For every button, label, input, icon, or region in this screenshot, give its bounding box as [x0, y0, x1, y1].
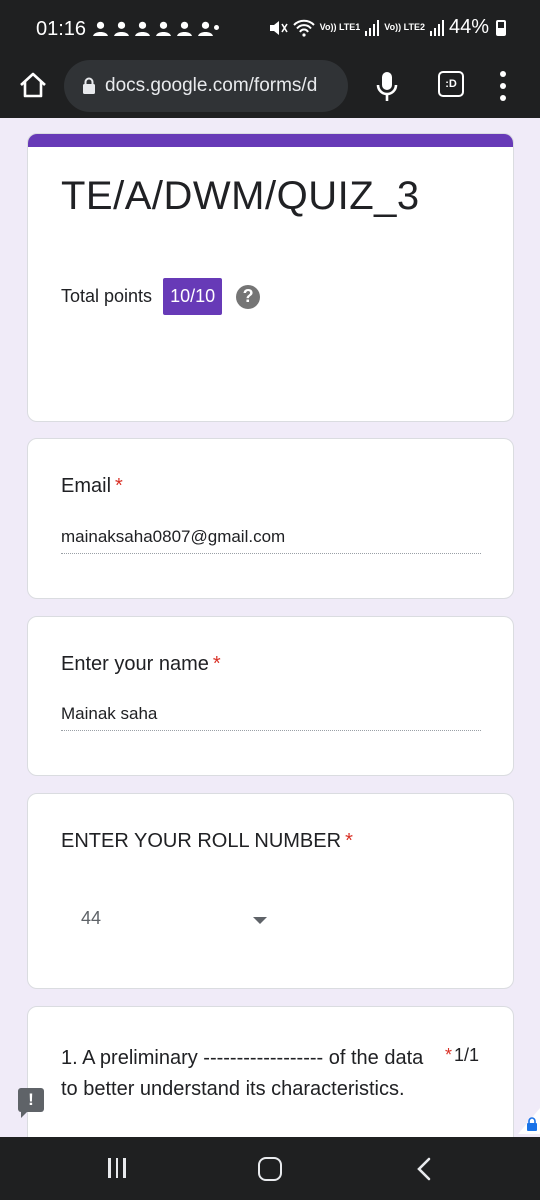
- help-icon[interactable]: ?: [236, 284, 261, 309]
- name-label-text: Enter your name: [61, 653, 209, 675]
- mute-icon: [269, 20, 288, 35]
- home-button[interactable]: [16, 68, 50, 102]
- question-1-score: * 1/1: [445, 1045, 479, 1066]
- recents-button[interactable]: [108, 1158, 126, 1178]
- url-text: docs.google.com/forms/d: [105, 75, 318, 96]
- name-question-card: Enter your name * Mainak saha: [27, 616, 514, 776]
- browser-toolbar: docs.google.com/forms/d :D: [0, 56, 540, 118]
- name-answer: Mainak saha: [61, 704, 481, 731]
- account-notification-icon: [177, 21, 192, 36]
- battery-icon: [496, 19, 506, 36]
- required-mark: *: [212, 653, 221, 675]
- network-2-label: Vo)) LTE2: [384, 22, 425, 32]
- system-navigation-bar: [0, 1137, 540, 1200]
- total-points-badge: 10/10: [163, 278, 223, 315]
- roll-number-label-text: ENTER YOUR ROLL NUMBER: [61, 830, 342, 852]
- email-question-card: Email * mainaksaha0807@gmail.com: [27, 438, 514, 599]
- microphone-icon[interactable]: [372, 68, 402, 104]
- more-icon-dot: [500, 95, 506, 101]
- chevron-down-icon: [253, 917, 267, 924]
- question-1-text: 1. A preliminary ------------------ of t…: [61, 1047, 424, 1100]
- required-mark: *: [345, 830, 353, 852]
- battery-percent: 44%: [448, 16, 489, 38]
- lock-icon: [83, 77, 95, 94]
- url-bar[interactable]: docs.google.com/forms/d: [64, 60, 348, 112]
- signal-icon: [429, 19, 444, 36]
- email-label: Email *: [61, 475, 123, 498]
- account-notification-icon: [198, 21, 213, 36]
- report-feedback-icon[interactable]: !: [18, 1088, 44, 1118]
- roll-number-question-card: ENTER YOUR ROLL NUMBER * 44: [27, 793, 514, 989]
- back-icon[interactable]: [414, 1157, 434, 1181]
- email-answer: mainaksaha0807@gmail.com: [61, 527, 481, 554]
- total-points: Total points 10/10 ?: [61, 278, 261, 315]
- account-notification-icon: [93, 21, 108, 36]
- nav-home-button[interactable]: [258, 1157, 282, 1181]
- home-icon: [20, 72, 46, 98]
- notification-icons: [92, 20, 214, 37]
- roll-number-label: ENTER YOUR ROLL NUMBER *: [61, 830, 353, 853]
- account-notification-icon: [114, 21, 129, 36]
- account-notification-icon: [135, 21, 150, 36]
- form-title: TE/A/DWM/QUIZ_3: [61, 174, 420, 218]
- recents-icon-bar: [123, 1158, 126, 1178]
- status-indicators: Vo)) LTE1 Vo)) LTE2 44%: [268, 16, 506, 39]
- status-time: 01:16: [36, 18, 87, 40]
- more-icon-dot: [500, 83, 506, 89]
- more-icon-dot: [500, 71, 506, 77]
- wifi-icon: [292, 19, 315, 37]
- more-notifications-dot: [214, 25, 219, 30]
- security-shield-icon: [518, 1108, 540, 1134]
- form-header-card: TE/A/DWM/QUIZ_3 Total points 10/10 ?: [27, 133, 514, 422]
- more-options-button[interactable]: [496, 68, 510, 104]
- account-notification-icon: [156, 21, 171, 36]
- tab-switcher-button[interactable]: :D: [438, 71, 464, 97]
- required-mark: *: [115, 475, 123, 497]
- signal-icon: [365, 19, 380, 36]
- recents-icon-bar: [115, 1158, 118, 1178]
- question-1-score-value: 1/1: [453, 1045, 479, 1065]
- recents-icon-bar: [108, 1158, 111, 1178]
- name-label: Enter your name *: [61, 653, 221, 676]
- roll-number-dropdown-value: 44: [81, 908, 102, 928]
- network-1-label: Vo)) LTE1: [319, 22, 361, 32]
- status-bar: 01:16 Vo)) LTE1 Vo)) LTE2 44%: [0, 0, 540, 56]
- email-label-text: Email: [61, 475, 112, 497]
- total-points-label: Total points: [61, 286, 153, 306]
- header-accent-bar: [28, 134, 513, 147]
- required-mark: *: [444, 1045, 452, 1065]
